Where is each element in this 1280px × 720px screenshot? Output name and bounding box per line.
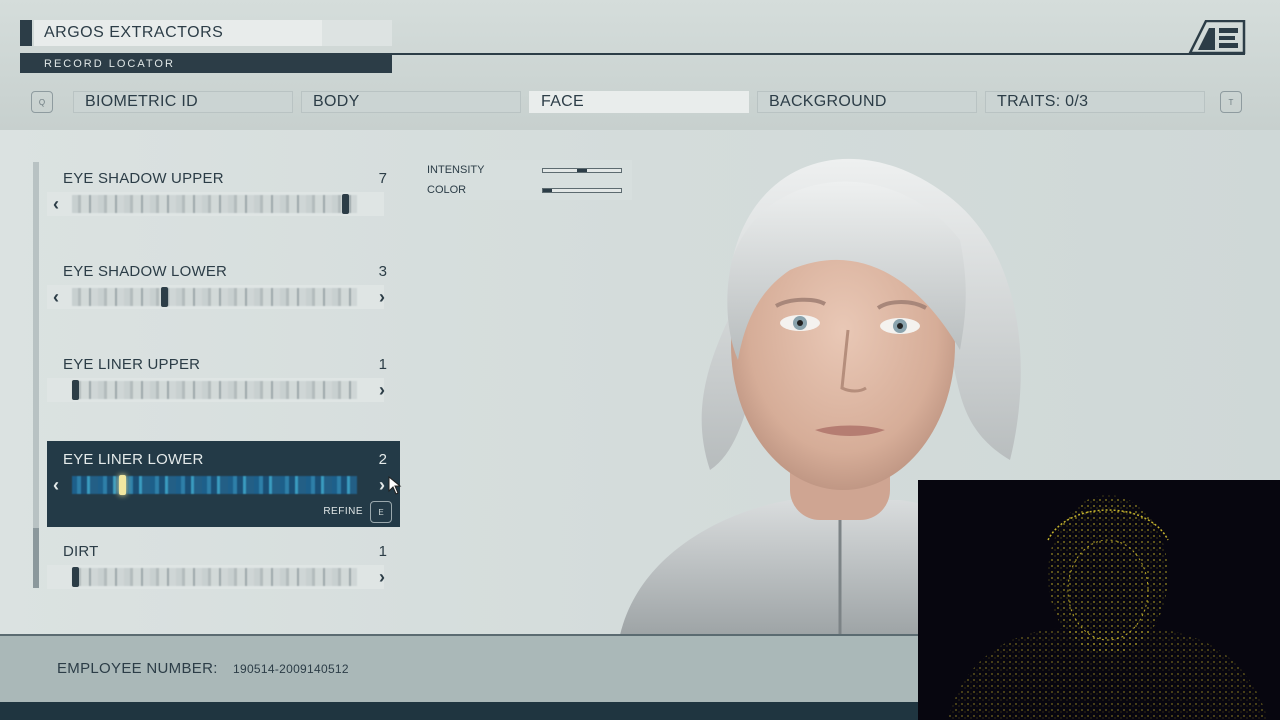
swatch-strip (72, 195, 357, 213)
option-dirt[interactable]: DIRT 1 › (47, 535, 400, 595)
option-eye-liner-lower[interactable]: EYE LINER LOWER 2 ‹ › REFINE E (47, 441, 400, 527)
option-value: 1 (378, 356, 387, 373)
slider-marker[interactable] (72, 567, 79, 587)
employee-number-label: EMPLOYEE NUMBER: (57, 660, 218, 677)
option-eye-shadow-upper[interactable]: EYE SHADOW UPPER 7 ‹ (47, 162, 400, 222)
swatch-strip (72, 288, 357, 306)
option-label: EYE LINER LOWER (63, 451, 204, 468)
option-label: EYE LINER UPPER (63, 356, 201, 373)
slider-marker[interactable] (119, 475, 127, 495)
options-scrollbar[interactable] (33, 162, 39, 588)
intensity-fill (577, 169, 587, 172)
record-locator-label: RECORD LOCATOR (20, 55, 392, 73)
next-tab-key[interactable]: T (1220, 91, 1242, 113)
option-value: 2 (378, 451, 387, 468)
options-scroll-thumb[interactable] (33, 528, 39, 588)
option-value: 3 (378, 263, 387, 280)
color-slider[interactable] (542, 188, 622, 193)
company-title: ARGOS EXTRACTORS (34, 20, 322, 46)
ae-logo-icon (1188, 20, 1246, 54)
chevron-left-icon[interactable]: ‹ (53, 194, 59, 214)
tab-face[interactable]: FACE (529, 91, 749, 113)
chevron-right-icon[interactable]: › (379, 475, 385, 495)
title-box-extension (322, 20, 392, 46)
tab-traits[interactable]: TRAITS: 0/3 (985, 91, 1205, 113)
option-slider[interactable]: › (47, 378, 385, 402)
slider-marker[interactable] (160, 287, 168, 307)
option-eye-shadow-lower[interactable]: EYE SHADOW LOWER 3 ‹ › (47, 255, 400, 315)
prev-tab-key[interactable]: Q (31, 91, 53, 113)
title-marker (20, 20, 32, 46)
option-label: DIRT (63, 543, 99, 560)
swatch-strip (72, 568, 357, 586)
slider-marker[interactable] (341, 194, 349, 214)
swatch-strip (72, 476, 357, 494)
chevron-right-icon[interactable]: › (379, 567, 385, 587)
option-value: 7 (378, 170, 387, 187)
color-fill (543, 189, 553, 192)
tab-background[interactable]: BACKGROUND (757, 91, 977, 113)
webcam-overlay (918, 480, 1280, 720)
employee-number-value: 190514-2009140512 (233, 662, 349, 676)
option-slider[interactable]: ‹ › (47, 473, 385, 497)
intensity-slider[interactable] (542, 168, 622, 173)
refine-label: REFINE (323, 506, 363, 517)
adjust-panel: INTENSITY COLOR (420, 160, 632, 200)
swatch-strip (72, 381, 357, 399)
chevron-left-icon[interactable]: ‹ (53, 475, 59, 495)
intensity-label: INTENSITY (427, 164, 485, 176)
tab-biometric-id[interactable]: BIOMETRIC ID (73, 91, 293, 113)
option-label: EYE SHADOW UPPER (63, 170, 224, 187)
option-slider[interactable]: ‹ (47, 192, 384, 216)
option-slider[interactable]: › (47, 565, 385, 589)
tab-body[interactable]: BODY (301, 91, 521, 113)
chevron-right-icon[interactable]: › (379, 380, 385, 400)
refine-key[interactable]: E (370, 501, 392, 523)
option-label: EYE SHADOW LOWER (63, 263, 228, 280)
mouse-cursor-icon (388, 476, 402, 495)
option-slider[interactable]: ‹ › (47, 285, 385, 309)
option-eye-liner-upper[interactable]: EYE LINER UPPER 1 › (47, 348, 400, 408)
chevron-right-icon[interactable]: › (379, 287, 385, 307)
option-value: 1 (378, 543, 387, 560)
slider-marker[interactable] (72, 380, 79, 400)
chevron-left-icon[interactable]: ‹ (53, 287, 59, 307)
color-label: COLOR (427, 184, 467, 196)
